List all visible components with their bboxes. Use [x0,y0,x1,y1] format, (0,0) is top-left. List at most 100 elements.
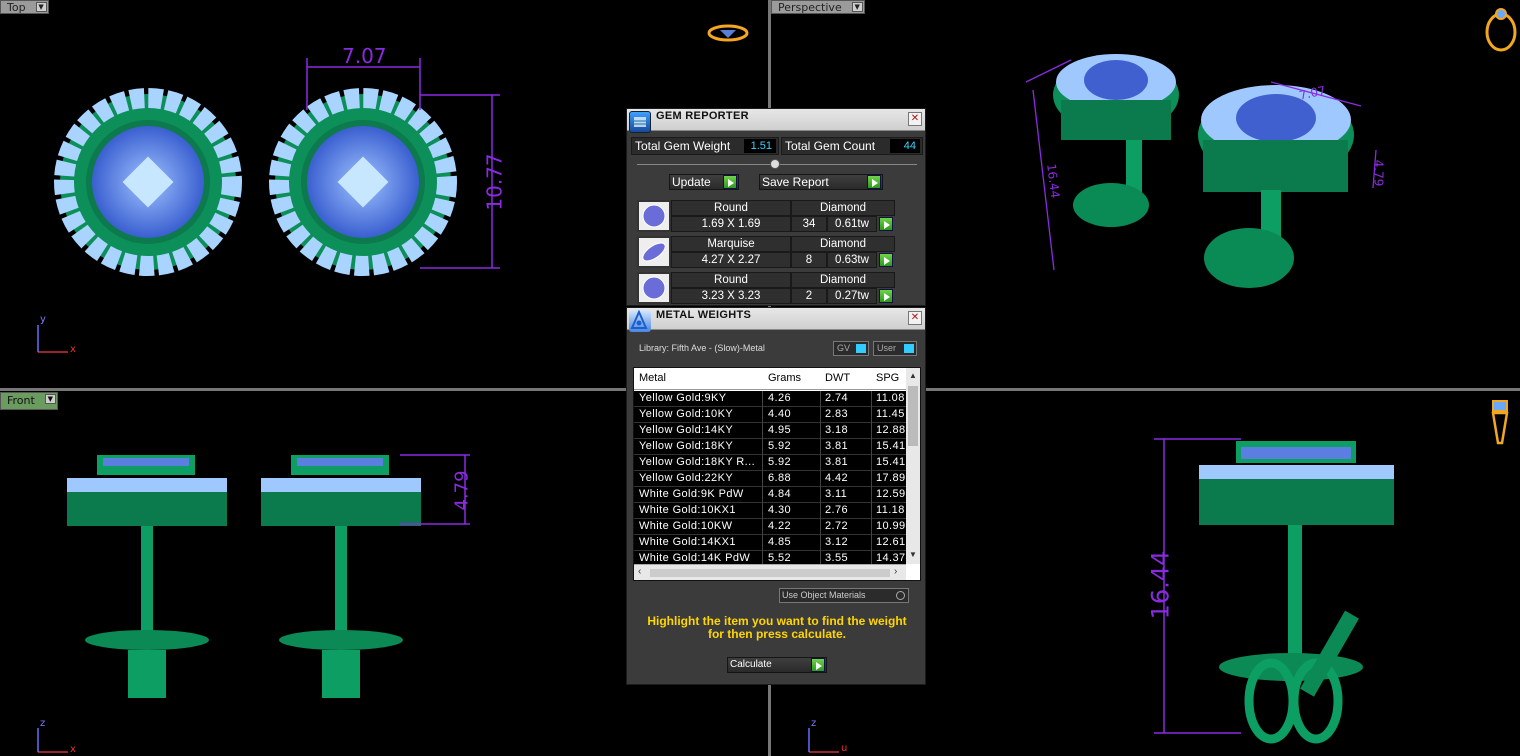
app: y x 7.07 10.77 Top ▼ 7.07 16.44 4.79 Per… [0,0,1520,756]
gem-material: Diamond [791,236,895,252]
gem-row-play-icon[interactable] [879,253,893,267]
total-count-label: Total Gem Count [785,139,876,153]
metal-dwt: 3.81 [825,440,849,452]
scroll-down-icon[interactable]: ▼ [909,550,917,559]
metal-dwt: 3.18 [825,424,849,436]
gem-thumbnail-icon [637,272,671,304]
metal-row[interactable]: Yellow Gold:10KY 4.40 2.83 11.45 [634,407,906,423]
save-report-play-icon[interactable] [867,175,881,189]
metal-name: Yellow Gold:9KY [639,392,727,404]
viewport-label-top[interactable]: Top ▼ [0,0,49,14]
scroll-left-icon[interactable]: ‹ [638,566,641,577]
column-header-spg[interactable]: SPG [876,372,899,384]
total-weight-value: 1.51 [744,139,776,153]
axis-y-top: y [40,314,46,325]
vertical-scrollbar[interactable]: ▲ ▼ [906,368,920,564]
metal-dwt: 4.42 [825,472,849,484]
earring-persp-left [1053,54,1179,227]
horizontal-scrollbar[interactable]: ‹ › [634,564,906,580]
gem-shape: Round [671,200,791,216]
axis-z-front: z [40,718,46,729]
close-icon[interactable]: ✕ [908,311,922,325]
metal-table-header: Metal Grams DWT SPG [634,368,906,390]
metal-name: Yellow Gold:10KY [639,408,734,420]
metal-grams: 6.88 [768,472,792,484]
user-toggle[interactable]: User [873,341,917,356]
pendant-icon[interactable] [1491,400,1509,445]
metal-name: Yellow Gold:22KY [639,472,734,484]
metal-dwt: 3.81 [825,456,849,468]
right-dim-height: 16.44 [1146,550,1175,620]
scroll-up-icon[interactable]: ▲ [909,371,917,380]
metal-dwt: 2.74 [825,392,849,404]
metal-spg: 14.37 [876,552,906,564]
axis-z-right: z [811,718,817,729]
gem-row[interactable]: Round Diamond 1.69 X 1.69 34 0.61tw [637,200,897,234]
scroll-thumb-horizontal[interactable] [650,569,890,577]
metal-weights-panel: METAL WEIGHTS ✕ Library: Fifth Ave - (Sl… [626,307,926,685]
metal-row[interactable]: White Gold:10KW 4.22 2.72 10.99 [634,519,906,535]
metal-row[interactable]: Yellow Gold:22KY 6.88 4.42 17.89 [634,471,906,487]
metal-name: White Gold:10KW [639,520,733,532]
chevron-down-icon[interactable]: ▼ [44,394,56,404]
gem-row-play-icon[interactable] [879,217,893,231]
metal-table: Metal Grams DWT SPG Yellow Gold:9KY 4.26 2… [633,367,921,581]
gem-thumbnail-icon [637,236,671,268]
gem-material: Diamond [791,272,895,288]
gem-size: 3.23 X 3.23 [671,288,791,304]
viewport-label-front[interactable]: Front ▼ [0,392,58,410]
total-count-value: 44 [890,139,920,153]
metal-row[interactable]: Yellow Gold:18KY R... 5.92 3.81 15.41 [634,455,906,471]
gem-reporter-header[interactable]: GEM REPORTER ✕ [627,109,925,133]
dimension-lines-front [400,454,470,525]
metal-name: White Gold:14K PdW [639,552,751,564]
user-indicator-icon [904,344,914,353]
gem-row-play-icon[interactable] [879,289,893,303]
chevron-down-icon[interactable]: ▼ [851,2,863,12]
scroll-thumb[interactable] [908,386,918,446]
column-header-dwt[interactable]: DWT [825,372,850,384]
metal-spg: 10.99 [876,520,906,532]
gem-row[interactable]: Marquise Diamond 4.27 X 2.27 8 0.63tw [637,236,897,270]
gem-thumbnail-icon [637,200,671,232]
metal-name: White Gold:10KX1 [639,504,736,516]
column-header-grams[interactable]: Grams [768,372,801,384]
use-object-materials-toggle[interactable]: Use Object Materials [779,588,909,603]
calculate-play-icon[interactable] [811,658,825,672]
save-report-button[interactable]: Save Report [759,174,883,190]
front-dim-height: 4.79 [451,470,473,511]
metal-row[interactable]: White Gold:9K PdW 4.84 3.11 12.59 [634,487,906,503]
ring-icon[interactable] [1485,8,1517,52]
earring-front-left [67,455,227,698]
scroll-right-icon[interactable]: › [894,566,897,577]
gv-toggle[interactable]: GV [833,341,869,356]
update-play-icon[interactable] [723,175,737,189]
metal-name: Yellow Gold:18KY [639,440,734,452]
chevron-down-icon[interactable]: ▼ [35,2,47,12]
slider-handle[interactable] [770,159,780,169]
gv-indicator-icon [856,344,866,353]
gem-weight: 0.63tw [827,252,877,268]
metal-grams: 5.52 [768,552,792,564]
gem-row[interactable]: Round Diamond 3.23 X 3.23 2 0.27tw [637,272,897,306]
metal-row[interactable]: White Gold:10KX1 4.30 2.76 11.18 [634,503,906,519]
metal-spg: 17.89 [876,472,906,484]
dim-height-label: 10.77 [482,153,507,211]
metal-row[interactable]: White Gold:14KX1 4.85 3.12 12.61 [634,535,906,551]
metal-row[interactable]: Yellow Gold:9KY 4.26 2.74 11.08 [634,391,906,407]
metal-weights-header[interactable]: METAL WEIGHTS ✕ [627,308,925,332]
metal-grams: 4.26 [768,392,792,404]
earring-top-left [54,88,242,276]
close-icon[interactable]: ✕ [908,112,922,126]
metal-row[interactable]: Yellow Gold:18KY 5.92 3.81 15.41 [634,439,906,455]
metal-row[interactable]: Yellow Gold:14KY 4.95 3.18 12.88 [634,423,906,439]
gem-reporter-icon [629,111,651,133]
column-header-metal[interactable]: Metal [639,372,666,384]
metal-spg: 12.59 [876,488,906,500]
metal-spg: 11.45 [876,408,905,420]
metal-grams: 5.92 [768,440,792,452]
diamond-badge-icon[interactable] [707,24,749,42]
metal-dwt: 2.76 [825,504,849,516]
viewport-label-perspective[interactable]: Perspective ▼ [771,0,865,14]
metal-grams: 4.84 [768,488,792,500]
